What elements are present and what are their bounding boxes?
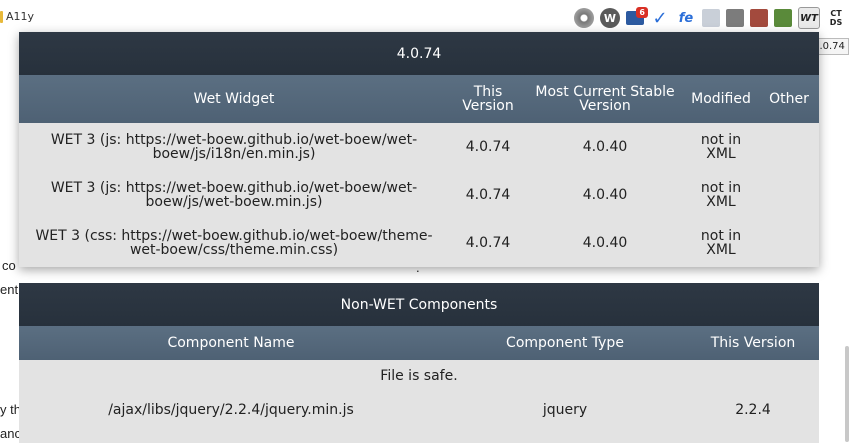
- page-scrollbar[interactable]: [845, 346, 849, 442]
- most-current-cell: 4.0.40: [582, 187, 628, 203]
- non-wet-components-panel: Non-WET Components Component Name Compon…: [19, 283, 819, 443]
- wet-panel-title: 4.0.74: [19, 32, 819, 75]
- header-wet-widget: Wet Widget: [193, 91, 275, 107]
- extension-badge: 6: [636, 7, 648, 18]
- background-text: co: [2, 258, 16, 273]
- background-text: ent: [0, 282, 19, 297]
- component-name-cell: /ajax/libs/jquery/2.2.4/jquery.min.js: [108, 402, 354, 418]
- modified-cell: not in XML: [700, 132, 742, 162]
- ctds-line2: DS: [829, 18, 843, 27]
- stack-extension-icon[interactable]: 6: [626, 7, 648, 25]
- this-version-cell: 4.0.74: [465, 235, 511, 251]
- this-version-cell: 4.0.74: [465, 187, 511, 203]
- table-row: WET 3 (js: https://wet-boew.github.io/we…: [19, 171, 819, 219]
- palette-extension-icon[interactable]: [750, 9, 768, 27]
- modified-cell: not in XML: [700, 180, 742, 210]
- most-current-cell: 4.0.40: [582, 139, 628, 155]
- header-modified: Modified: [691, 91, 751, 107]
- background-text: y th: [0, 402, 21, 417]
- component-type-cell: jquery: [542, 402, 588, 418]
- header-component-type: Component Type: [506, 335, 624, 351]
- wet-components-panel: 4.0.74 Wet Widget This Version Most Curr…: [19, 32, 819, 267]
- widget-cell: WET 3 (css: https://wet-boew.github.io/w…: [35, 228, 433, 258]
- wappalyzer-extension-icon[interactable]: W: [600, 8, 620, 28]
- bookmark-label: A11y: [6, 10, 35, 23]
- header-this-version: This Version: [710, 335, 796, 351]
- non-wet-panel-title: Non-WET Components: [19, 283, 819, 326]
- file-safe-notice: File is safe.: [380, 368, 458, 384]
- non-wet-table-header: Component Name Component Type This Versi…: [19, 326, 819, 360]
- layers-extension-icon[interactable]: [774, 9, 792, 27]
- most-current-cell: 4.0.40: [582, 235, 628, 251]
- browser-toolbar: A11y W 6 ✓ fe WT CT DS: [0, 0, 849, 36]
- modified-cell: not in XML: [700, 228, 742, 258]
- header-this-version: This Version: [462, 84, 514, 114]
- table-row: /ajax/libs/jquery/2.2.4/jquery.min.js jq…: [19, 392, 819, 428]
- table-row: WET 3 (js: https://wet-boew.github.io/we…: [19, 123, 819, 171]
- gear-extension-icon[interactable]: [574, 8, 594, 28]
- extension-icons: W 6 ✓ fe WT CT DS: [571, 7, 849, 29]
- bookmark-a11y[interactable]: A11y: [0, 10, 34, 23]
- other-cell: [759, 123, 819, 171]
- image-extension-icon[interactable]: [702, 9, 720, 27]
- folder-icon: [0, 10, 3, 23]
- component-version-cell: 2.2.4: [735, 402, 771, 418]
- checkmark-extension-icon[interactable]: ✓: [650, 8, 670, 29]
- wet-table-header: Wet Widget This Version Most Current Sta…: [19, 75, 819, 123]
- ctds-extension-icon[interactable]: CT DS: [826, 7, 846, 29]
- table-row: WET 3 (css: https://wet-boew.github.io/w…: [19, 219, 819, 267]
- this-version-cell: 4.0.74: [465, 139, 511, 155]
- grid-extension-icon[interactable]: [726, 9, 744, 27]
- ctds-line1: CT: [830, 9, 842, 18]
- header-component-name: Component Name: [167, 335, 295, 351]
- header-most-current: Most Current Stable Version: [535, 84, 675, 114]
- widget-cell: WET 3 (js: https://wet-boew.github.io/we…: [50, 132, 418, 162]
- header-other: Other: [769, 91, 809, 107]
- other-cell: [759, 171, 819, 219]
- wet-checker-extension-icon[interactable]: WT: [798, 7, 820, 29]
- font-extension-icon[interactable]: fe: [676, 8, 696, 28]
- other-cell: [759, 219, 819, 267]
- widget-cell: WET 3 (js: https://wet-boew.github.io/we…: [50, 180, 418, 210]
